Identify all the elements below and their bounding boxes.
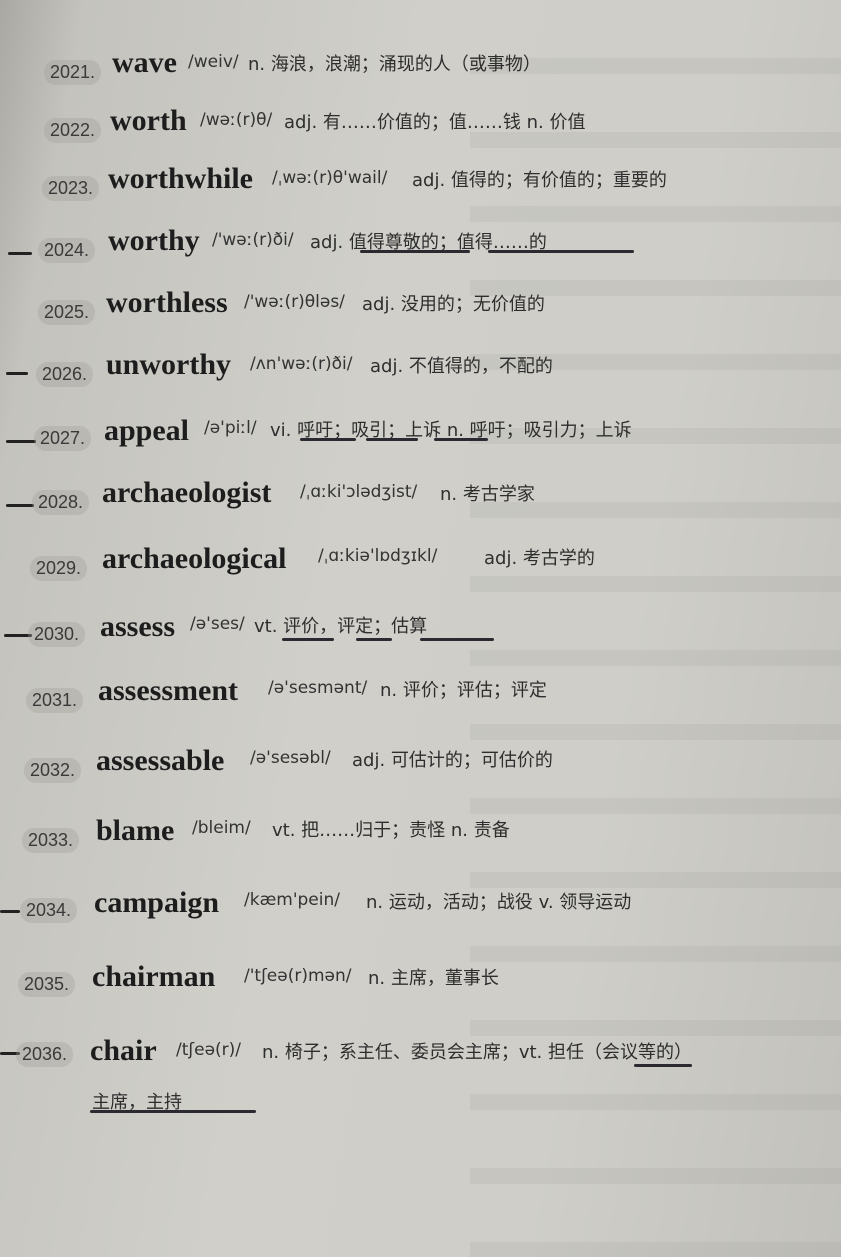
headword: unworthy [106,348,232,381]
phonetic: /ˌɑːkiə'lɒdʒɪkl/ [318,546,438,566]
entry-number: 2029. [30,556,88,581]
headword: assessment [98,674,238,707]
list-item: 2035. chairman /'tʃeə(r)mən/ n. 主席，董事长 [0,958,841,1006]
headword: archaeological [102,542,287,575]
list-item: 2033. blame /bleim/ vt. 把……归于；责怪 n. 责备 [0,812,841,860]
list-item: 2036. chair /tʃeə(r)/ n. 椅子；系主任、委员会主席；vt… [0,1034,841,1082]
entry-number: 2025. [38,300,96,325]
margin-tick-mark [6,504,34,507]
list-item: 2026. unworthy /ʌn'wəː(r)ði/ adj. 不值得的，不… [0,348,841,396]
phonetic: /tʃeə(r)/ [176,1040,242,1060]
entry-number: 2024. [38,238,96,263]
handwritten-underline [420,638,494,641]
handwritten-underline [356,638,392,641]
list-item: 2024. worthy /'wəː(r)ði/ adj. 值得尊敬的；值得……… [0,222,841,270]
definition: vt. 评价，评定；估算 [254,616,428,637]
entry-number: 2033. [22,828,80,853]
headword: archaeologist [102,476,272,509]
entry-number: 2028. [32,490,90,515]
entry-number: 2031. [26,688,84,713]
definition: n. 评价；评估；评定 [380,680,547,701]
margin-tick-mark [6,372,28,375]
phonetic: /ə'sesmənt/ [268,678,368,698]
handwritten-underline [634,1064,692,1067]
definition: n. 考古学家 [440,484,535,505]
phonetic: /'tʃeə(r)mən/ [244,966,352,986]
list-item: 2023. worthwhile /ˌwəː(r)θ'wail/ adj. 值得… [0,160,841,208]
phonetic: /ə'ses/ [190,614,245,634]
list-item: 2029. archaeological /ˌɑːkiə'lɒdʒɪkl/ ad… [0,540,841,588]
headword: wave [112,46,177,79]
list-item: 2034. campaign /kæm'pein/ n. 运动，活动；战役 v.… [0,884,841,932]
definition: vt. 把……归于；责怪 n. 责备 [272,820,510,841]
headword: campaign [94,886,220,919]
entry-number: 2030. [28,622,86,647]
handwritten-underline [434,438,488,441]
phonetic: /kæm'pein/ [244,890,340,910]
list-item: 2027. appeal /ə'piːl/ vi. 呼吁；吸引；上诉 n. 呼吁… [0,412,841,460]
headword: chair [90,1034,157,1067]
headword: worthy [108,224,200,257]
headword: worthwhile [108,162,253,195]
definition: adj. 可估计的；可估价的 [352,750,553,771]
entry-number: 2032. [24,758,82,783]
definition: n. 运动，活动；战役 v. 领导运动 [366,892,632,913]
phonetic: /wəː(r)θ/ [200,110,273,130]
handwritten-underline [366,438,418,441]
phonetic: /'wəː(r)θləs/ [244,292,345,312]
phonetic: /ʌn'wəː(r)ði/ [250,354,353,374]
headword: worth [110,104,187,137]
list-item: 2031. assessment /ə'sesmənt/ n. 评价；评估；评定 [0,672,841,720]
list-item: 2022. worth /wəː(r)θ/ adj. 有……价值的；值……钱 n… [0,102,841,150]
entry-number: 2023. [42,176,100,201]
headword: worthless [106,286,228,319]
headword: appeal [104,414,190,447]
headword: chairman [92,960,216,993]
entry-number: 2034. [20,898,78,923]
definition: n. 主席，董事长 [368,968,499,989]
definition: n. 海浪，浪潮；涌现的人（或事物） [248,54,541,75]
entry-number: 2022. [44,118,102,143]
list-item: 2032. assessable /ə'sesəbl/ adj. 可估计的；可估… [0,742,841,790]
list-item: 2028. archaeologist /ˌɑːki'ɔlədʒist/ n. … [0,476,841,524]
handwritten-underline [90,1110,256,1113]
headword: assessable [96,744,225,777]
handwritten-underline [488,250,634,253]
entry-number: 2036. [16,1042,74,1067]
definition: adj. 不值得的，不配的 [370,356,553,377]
handwritten-underline [360,250,470,253]
list-item: 2025. worthless /'wəː(r)θləs/ adj. 没用的；无… [0,284,841,332]
headword: blame [96,814,175,847]
definition: n. 椅子；系主任、委员会主席；vt. 担任（会议等的） [262,1042,693,1063]
entry-number: 2035. [18,972,76,997]
margin-tick-mark [0,910,20,913]
phonetic: /'wəː(r)ði/ [212,230,294,250]
phonetic: /bleim/ [192,818,251,838]
entry-number: 2021. [44,60,102,85]
list-item: 2030. assess /ə'ses/ vt. 评价，评定；估算 [0,608,841,656]
handwritten-underline [300,438,356,441]
phonetic: /ə'sesəbl/ [250,748,331,768]
phonetic: /ˌwəː(r)θ'wail/ [272,168,388,188]
phonetic: /ə'piːl/ [204,418,257,438]
margin-tick-mark [6,440,36,443]
definition: adj. 考古学的 [484,548,595,569]
entry-number: 2027. [34,426,92,451]
handwritten-underline [282,638,334,641]
entry-number: 2026. [36,362,94,387]
definition: adj. 没用的；无价值的 [362,294,545,315]
phonetic: /weiv/ [188,52,239,72]
phonetic: /ˌɑːki'ɔlədʒist/ [300,482,418,502]
list-item: 2021. wave /weiv/ n. 海浪，浪潮；涌现的人（或事物） [0,44,841,92]
headword: assess [100,610,176,643]
definition: adj. 有……价值的；值……钱 n. 价值 [284,112,586,133]
definition: adj. 值得的；有价值的；重要的 [412,170,667,191]
margin-tick-mark [8,252,32,255]
